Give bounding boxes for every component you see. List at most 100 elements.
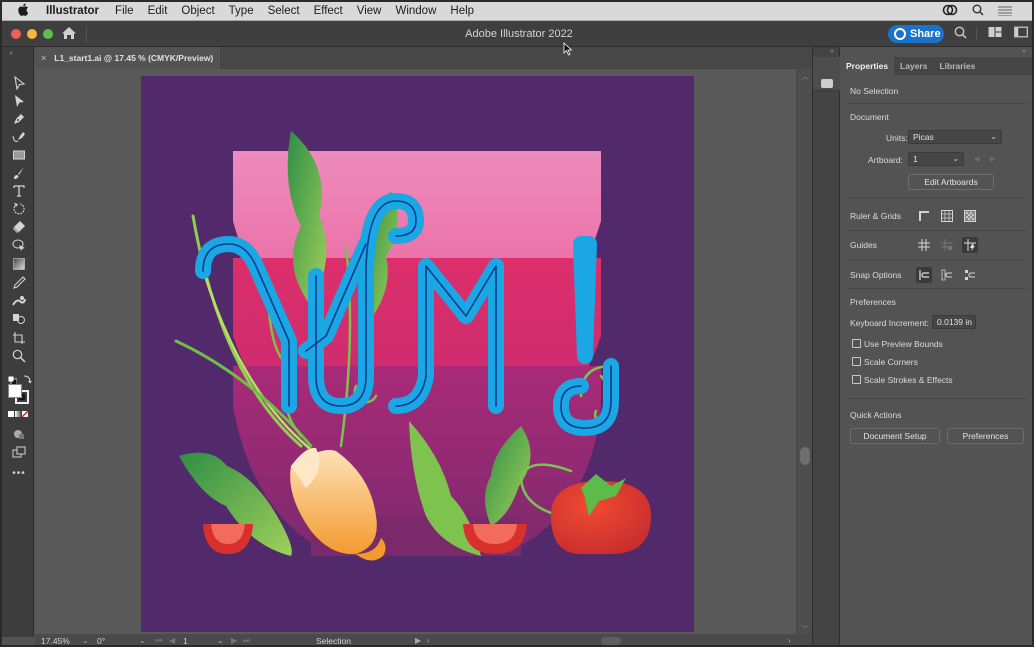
transparency-grid-icon[interactable] bbox=[963, 209, 977, 223]
zoom-dropdown-icon[interactable]: ⌄ bbox=[82, 636, 89, 645]
selection-tool-icon[interactable] bbox=[11, 75, 27, 91]
lock-guides-icon[interactable] bbox=[940, 238, 954, 252]
artboard-number-field[interactable]: 1 bbox=[183, 636, 188, 645]
fill-color-swatch[interactable] bbox=[8, 384, 22, 398]
gradient-tool-icon[interactable] bbox=[11, 256, 27, 272]
tomato-slice bbox=[203, 524, 253, 554]
close-tab-icon[interactable]: × bbox=[41, 53, 46, 63]
default-fill-stroke-icon[interactable] bbox=[8, 372, 18, 386]
macos-menu-bar: Illustrator File Edit Object Type Select… bbox=[2, 2, 1032, 21]
pen-tool-icon[interactable] bbox=[11, 111, 27, 127]
keyboard-increment-input[interactable]: 0.0139 in bbox=[932, 315, 976, 329]
zoom-level-field[interactable]: 17.45% bbox=[41, 636, 70, 645]
gradient-mode-button[interactable] bbox=[15, 411, 21, 417]
units-dropdown[interactable]: Picas ⌄ bbox=[908, 130, 1002, 144]
selection-status: No Selection bbox=[850, 86, 899, 96]
search-icon[interactable] bbox=[954, 26, 967, 42]
share-button[interactable]: Share bbox=[888, 25, 944, 43]
apple-logo-icon[interactable] bbox=[18, 3, 34, 19]
edit-toolbar-more-icon[interactable]: ••• bbox=[11, 465, 27, 481]
paintbrush-tool-icon[interactable] bbox=[11, 165, 27, 181]
drawing-modes-icon[interactable] bbox=[11, 426, 27, 442]
snap-to-point-icon[interactable] bbox=[916, 267, 932, 283]
vertical-scroll-thumb[interactable] bbox=[800, 447, 810, 465]
creative-cloud-icon[interactable] bbox=[942, 4, 958, 19]
rectangle-tool-icon[interactable] bbox=[11, 147, 27, 163]
zoom-tool-icon[interactable] bbox=[11, 348, 27, 364]
menu-edit[interactable]: Edit bbox=[148, 5, 168, 17]
menu-type[interactable]: Type bbox=[229, 5, 254, 17]
status-menu-icon[interactable]: ▶ bbox=[415, 636, 421, 645]
menu-view[interactable]: View bbox=[357, 5, 382, 17]
vertical-scrollbar[interactable]: ︿ ﹀ bbox=[796, 69, 812, 636]
artboard-tool-icon[interactable] bbox=[11, 330, 27, 346]
show-guides-icon[interactable] bbox=[917, 238, 931, 252]
tools-panel: » ••• bbox=[2, 47, 34, 637]
workspace-switcher-icon[interactable] bbox=[1014, 26, 1028, 41]
eraser-tool-icon[interactable] bbox=[11, 219, 27, 235]
scroll-left-icon[interactable]: ‹ bbox=[427, 636, 430, 645]
use-preview-bounds-checkbox[interactable] bbox=[852, 339, 861, 348]
rotation-dropdown-icon[interactable]: ⌄ bbox=[139, 636, 146, 645]
canvas-area[interactable] bbox=[35, 69, 796, 634]
menu-file[interactable]: File bbox=[115, 5, 134, 17]
type-tool-icon[interactable] bbox=[11, 183, 27, 199]
scale-corners-checkbox[interactable] bbox=[852, 357, 861, 366]
rotation-field[interactable]: 0° bbox=[97, 636, 105, 645]
first-artboard-icon[interactable]: ⏮ bbox=[155, 636, 162, 645]
preferences-button[interactable]: Preferences bbox=[947, 428, 1024, 444]
horizontal-scroll-thumb[interactable] bbox=[601, 637, 621, 645]
eyedropper-tool-icon[interactable] bbox=[11, 275, 27, 291]
collapse-dock-icon[interactable]: « bbox=[830, 48, 834, 55]
snap-to-glyph-icon[interactable] bbox=[963, 268, 977, 282]
curvature-tool-icon[interactable] bbox=[11, 129, 27, 145]
snap-to-pixel-icon[interactable] bbox=[940, 268, 954, 282]
control-center-icon[interactable] bbox=[998, 5, 1012, 19]
tab-libraries[interactable]: Libraries bbox=[933, 57, 981, 75]
next-artboard-button[interactable]: ▶ bbox=[990, 155, 995, 163]
document-tab[interactable]: × L1_start1.ai @ 17.45 % (CMYK/Preview) bbox=[34, 47, 220, 69]
smart-guides-icon[interactable] bbox=[962, 237, 978, 253]
artboard-dropdown-icon[interactable]: ⌄ bbox=[217, 636, 224, 645]
symbol-sprayer-tool-icon[interactable] bbox=[11, 311, 27, 327]
comments-panel-button[interactable] bbox=[813, 57, 840, 91]
color-mode-button[interactable] bbox=[8, 411, 14, 417]
collapse-toolbar-icon[interactable]: » bbox=[9, 50, 13, 57]
previous-artboard-button[interactable]: ◀ bbox=[974, 155, 979, 163]
collapse-panel-icon[interactable]: » bbox=[1022, 48, 1026, 55]
menu-help[interactable]: Help bbox=[450, 5, 474, 17]
tab-properties[interactable]: Properties bbox=[840, 57, 895, 75]
rotate-tool-icon[interactable] bbox=[11, 201, 27, 217]
swap-fill-stroke-icon[interactable] bbox=[22, 371, 32, 384]
direct-selection-tool-icon[interactable] bbox=[11, 93, 27, 109]
scroll-right-icon[interactable]: › bbox=[788, 636, 791, 645]
blend-tool-icon[interactable] bbox=[11, 293, 27, 309]
next-artboard-icon[interactable]: ▶ bbox=[231, 636, 237, 645]
menu-illustrator[interactable]: Illustrator bbox=[46, 5, 99, 17]
spotlight-search-icon[interactable] bbox=[972, 4, 984, 19]
none-mode-button[interactable] bbox=[22, 411, 28, 417]
divider bbox=[976, 27, 977, 41]
divider bbox=[848, 197, 1028, 198]
tab-layers[interactable]: Layers bbox=[894, 57, 933, 75]
artboard-label: Artboard: bbox=[868, 155, 903, 165]
menu-select[interactable]: Select bbox=[268, 5, 300, 17]
menu-object[interactable]: Object bbox=[181, 5, 214, 17]
scroll-up-icon[interactable]: ︿ bbox=[801, 71, 809, 82]
arrange-documents-icon[interactable] bbox=[988, 26, 1002, 41]
screen-mode-icon[interactable] bbox=[11, 444, 27, 460]
menu-window[interactable]: Window bbox=[395, 5, 436, 17]
scale-strokes-effects-checkbox[interactable] bbox=[852, 375, 861, 384]
document-setup-button[interactable]: Document Setup bbox=[850, 428, 940, 444]
edit-artboards-button[interactable]: Edit Artboards bbox=[908, 174, 994, 190]
shape-builder-tool-icon[interactable] bbox=[11, 237, 27, 253]
last-artboard-icon[interactable]: ⏭ bbox=[243, 636, 250, 645]
artboard[interactable] bbox=[141, 76, 694, 632]
grid-icon[interactable] bbox=[940, 209, 954, 223]
previous-artboard-icon[interactable]: ◀ bbox=[169, 636, 175, 645]
menu-effect[interactable]: Effect bbox=[314, 5, 343, 17]
rulers-icon[interactable] bbox=[917, 209, 931, 223]
collapsed-panel-dock: « bbox=[812, 47, 840, 645]
artboard-dropdown[interactable]: 1 ⌄ bbox=[908, 152, 964, 166]
share-label: Share bbox=[910, 28, 941, 40]
